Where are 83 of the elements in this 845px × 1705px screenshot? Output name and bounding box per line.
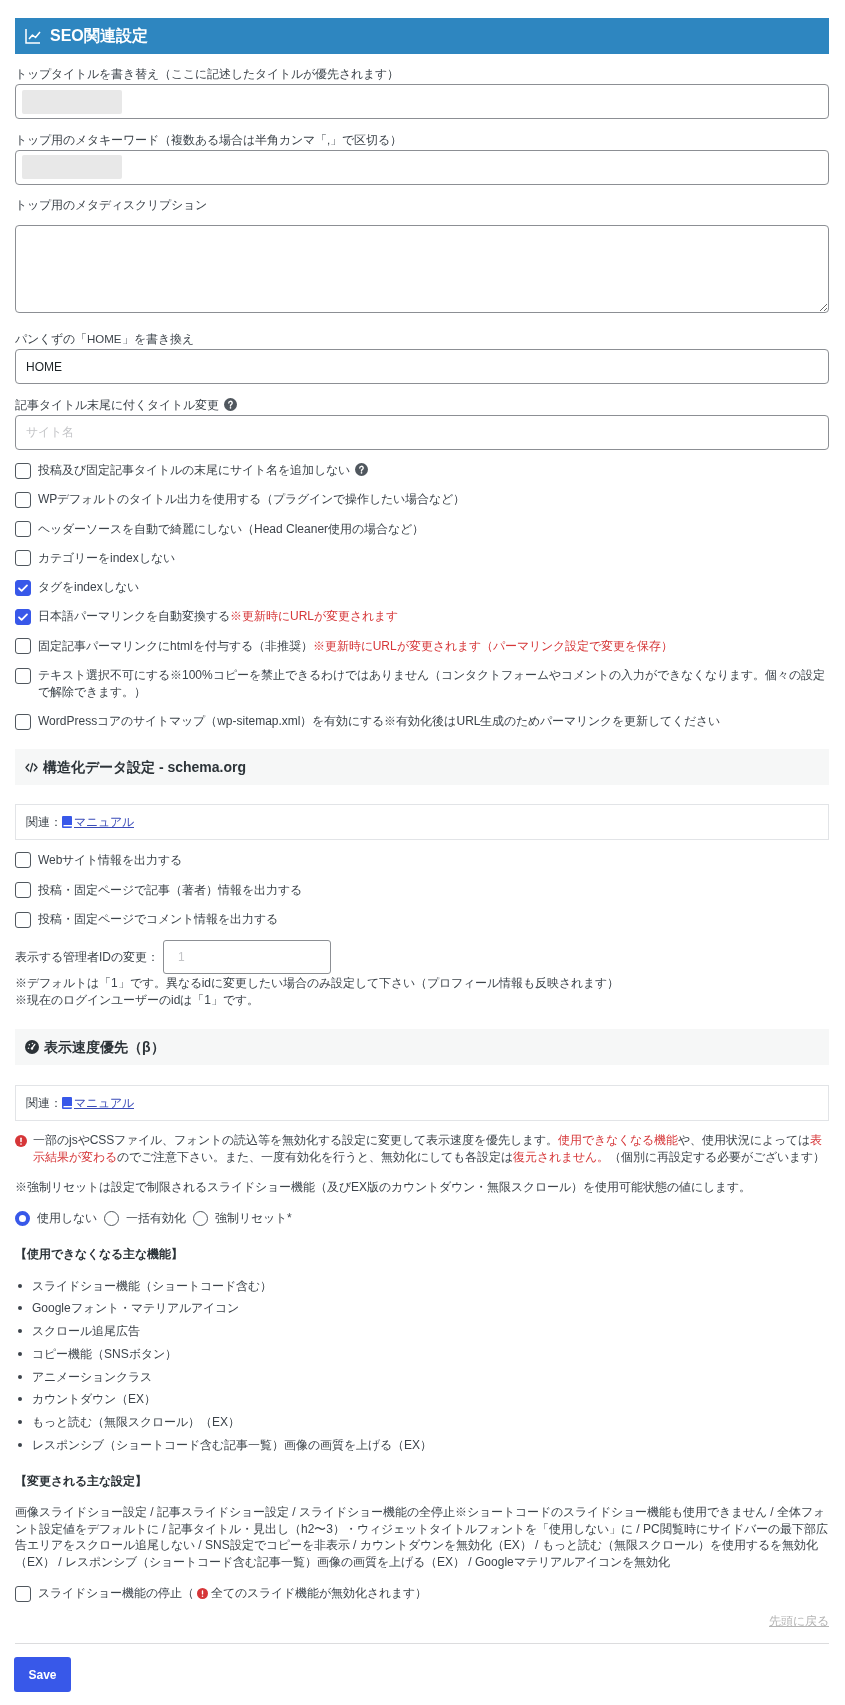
checkbox[interactable] (15, 550, 31, 567)
checkbox-label: 日本語パーマリンクを自動変換する※更新時にURLが変更されます (38, 609, 398, 624)
checkbox-label: Webサイト情報を出力する (38, 852, 183, 867)
list-heading: 【変更される主な設定】 (15, 1474, 147, 1489)
section-title: 表示速度優先（β） (44, 1037, 165, 1057)
book-icon (62, 1096, 72, 1109)
bullet-icon (17, 1419, 22, 1424)
checkbox[interactable] (15, 521, 31, 538)
manual-link[interactable]: マニュアル (74, 1093, 134, 1112)
checkbox-label: 投稿・固定ページで記事（著者）情報を出力する (38, 882, 302, 897)
checkbox[interactable] (15, 852, 31, 869)
field-label: トップ用のメタキーワード（複数ある場合は半角カンマ「,」で区切る） (15, 133, 403, 146)
warning-text: 一部のjsやCSSファイル、フォントの読込等を無効化する設定に変更して表示速度を優先します。使用できなくなる機能や、使用状況によっては表示結果が変わるのでご注意下さい。また、一度有効化を行うと、無効化にしても各設定は復元されません。（個別に再設定する必要がございます） (33, 1132, 826, 1167)
list-item-text: スライドショー機能（ショートコード含む） (32, 1277, 272, 1295)
bullet-icon (17, 1374, 22, 1379)
list-item-text: もっと読む（無限スクロール）（EX） (32, 1413, 240, 1431)
checkbox[interactable] (15, 713, 31, 730)
radio-button[interactable] (104, 1210, 119, 1226)
radio-label: 強制リセット* (215, 1209, 292, 1227)
list-heading: 【使用できなくなる主な機能】 (15, 1246, 183, 1261)
checkbox-label: 固定記事パーマリンクにhtmlを付与する（非推奨）※更新時にURLが変更されます（パーマリンク設定で変更を保存） (38, 638, 673, 653)
checkbox[interactable] (15, 491, 31, 508)
radio-label: 一括有効化 (126, 1209, 186, 1227)
checkbox-label: 投稿及び固定記事タイトルの末尾にサイト名を追加しない (38, 463, 350, 477)
field-label: トップ用のメタディスクリプション (15, 199, 207, 211)
bullet-icon (17, 1397, 22, 1402)
checkbox[interactable] (15, 609, 31, 625)
list-item-text: アニメーションクラス (32, 1368, 152, 1386)
field-label: 記事タイトル末尾に付くタイトル変更 (15, 398, 219, 411)
checkbox[interactable] (15, 579, 31, 596)
note-text: ※デフォルトは「1」です。異なるidに変更したい場合のみ設定して下さい（プロフィール情報も反映されます） (15, 976, 619, 991)
list-item-text: カウントダウン（EX） (32, 1391, 156, 1409)
related-label: 関連： (26, 1094, 62, 1112)
bullet-icon (17, 1306, 22, 1311)
bullet-icon (17, 1283, 22, 1288)
checkbox[interactable] (15, 882, 31, 899)
note-text: ※現在のログインユーザーのidは「1」です。 (15, 993, 259, 1008)
bullet-icon (17, 1442, 22, 1447)
alert-icon (197, 1588, 208, 1600)
checkbox-label: WPデフォルトのタイトル出力を使用する（プラグインで操作したい場合など） (38, 492, 466, 507)
checkbox[interactable] (15, 638, 31, 655)
manual-link[interactable]: マニュアル (74, 812, 134, 831)
section-title: SEO関連設定 (50, 26, 148, 46)
line-chart-icon (25, 28, 41, 44)
list-item-text: スクロール追尾広告 (32, 1323, 140, 1341)
list-item-text: コピー機能（SNSボタン） (32, 1345, 177, 1363)
related-label: 関連： (26, 813, 62, 831)
text-input[interactable] (15, 149, 829, 185)
section-title: 構造化データ設定 - schema.org (43, 757, 247, 777)
checkmark-icon (17, 611, 29, 623)
text-input[interactable] (15, 84, 829, 119)
book-icon (62, 815, 72, 828)
admin-id-label: 表示する管理者IDの変更： (15, 949, 159, 967)
field-label: トップタイトルを書き替え（ここに記述したタイトルが優先されます） (15, 68, 399, 80)
radio-button[interactable] (15, 1210, 30, 1226)
checkbox[interactable] (15, 462, 31, 479)
bullet-icon (17, 1329, 22, 1334)
checkbox-label: WordPressコアのサイトマップ（wp-sitemap.xml）を有効にする※有効化後はURL生成のためパーマリンクを更新してください (38, 714, 721, 729)
radio-button[interactable] (193, 1210, 208, 1226)
checkbox[interactable] (15, 667, 31, 684)
checkbox-label: 投稿・固定ページでコメント情報を出力する (38, 912, 278, 927)
list-item-text: レスポンシブ（ショートコード含む記事一覧）画像の画質を上げる（EX） (32, 1436, 432, 1454)
checkbox[interactable] (15, 911, 31, 928)
text-input[interactable]: HOME (15, 349, 829, 384)
save-button[interactable]: Save (14, 1657, 71, 1693)
checkbox-label: タグをindexしない (38, 580, 139, 595)
code-icon (25, 761, 38, 773)
settings-paragraph: 画像スライドショー設定 / 記事スライドショー設定 / スライドショー機能の全停止※ショートコードのスライドショー機能も使用できません / 全体フォント設定値をデフォルトに / 記事タイトル・見出し（h2〜3）・ウィジェットタイトルフォントを「使用しない」に / PC閲覧時にサイドバーの最下部広告エリアをスクロール追尾しない / SNS設定でコピーを非表示 / カウントダウンを無効化（EX） / もっと読む（無限スクロール）を使用するを無効化（EX） / レスポンシブ（ショートコード含む記事一覧）画像の画質を上げる（EX） / Googleマテリアルアイコンを無効化 (15, 1503, 829, 1571)
field-label: パンくずの「HOME」を書き換え (15, 333, 194, 345)
radio-label: 使用しない (37, 1209, 97, 1227)
checkbox-label: ヘッダーソースを自動で綺麗にしない（Head Cleaner使用の場合など） (38, 521, 425, 536)
checkbox[interactable] (15, 1585, 31, 1602)
textarea[interactable] (15, 225, 829, 313)
bullet-icon (17, 1351, 22, 1356)
note-text: ※強制リセットは設定で制限されるスライドショー機能（及びEX版のカウントダウン・無限スクロール）を使用可能状態の値にします。 (15, 1180, 751, 1195)
checkbox-label: カテゴリーをindexしない (38, 550, 175, 565)
gauge-icon (25, 1040, 39, 1055)
checkbox-label: スライドショー機能の停止（ (38, 1585, 194, 1603)
alert-icon (15, 1134, 27, 1147)
admin-id-input[interactable]: 1 (163, 939, 331, 975)
alert-text: 全てのスライド機能が無効化されます） (211, 1585, 427, 1603)
list-item-text: Googleフォント・マテリアルアイコン (32, 1300, 239, 1318)
checkbox-label: テキスト選択不可にする※100%コピーを禁止できるわけではありません（コンタクトフォームやコメントの入力ができなくなります。個々の設定で解除できます。） (38, 668, 825, 700)
